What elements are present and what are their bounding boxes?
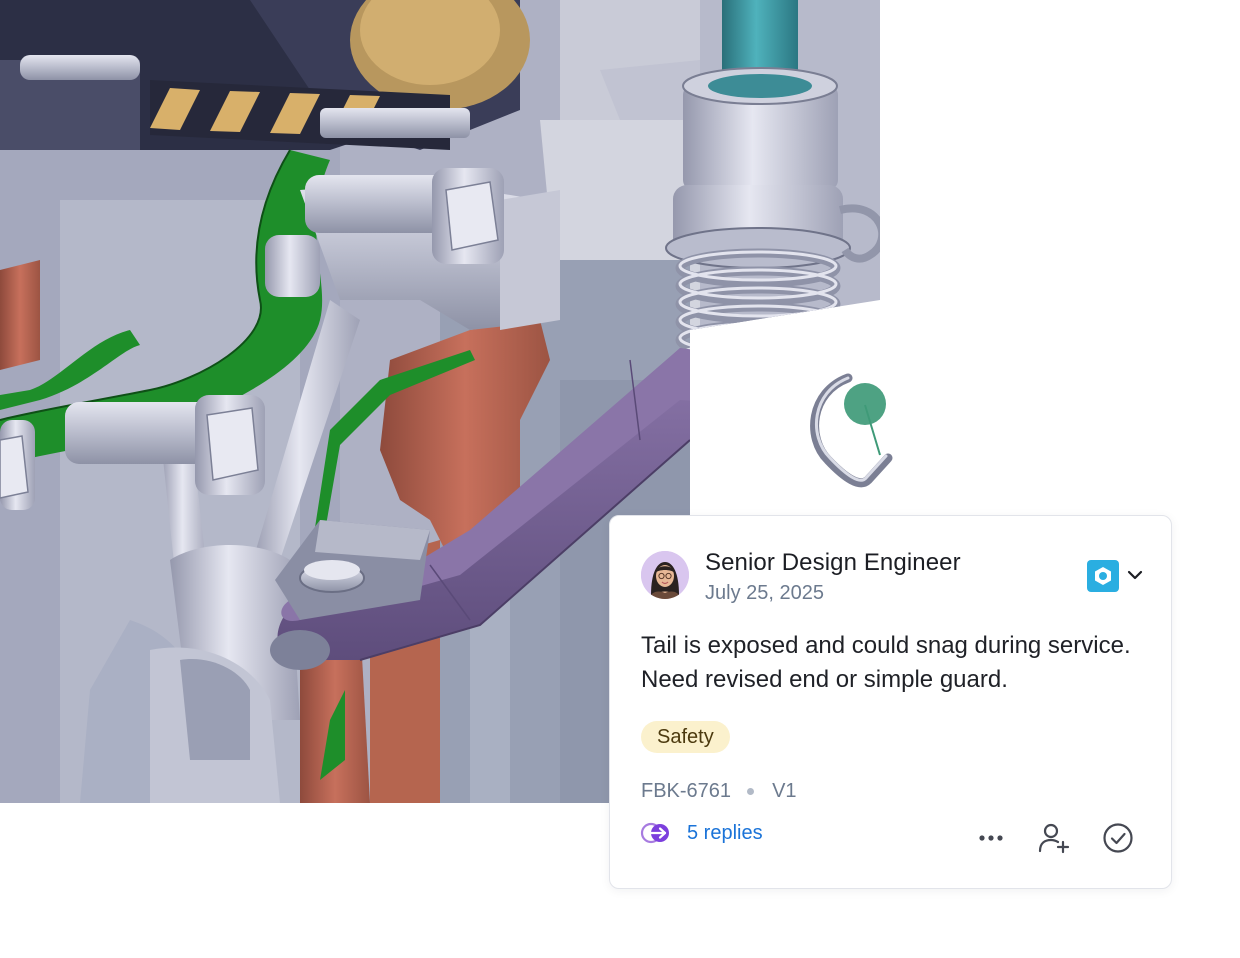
comment-date: July 25, 2025 <box>705 582 824 604</box>
comment-card: Senior Design Engineer July 25, 2025 Tai… <box>609 515 1172 889</box>
comment-body: Tail is exposed and could snag during se… <box>641 632 1131 693</box>
avatar[interactable] <box>641 551 689 599</box>
feedback-id: FBK-6761 <box>641 780 732 802</box>
meta-separator <box>747 788 755 795</box>
view-badge[interactable] <box>1087 560 1119 592</box>
replies-count: 5 replies <box>687 821 763 844</box>
tag-chip[interactable]: Safety <box>641 721 730 753</box>
resolve-button[interactable] <box>1100 820 1136 856</box>
comment-marker-pin[interactable] <box>844 383 886 425</box>
expand-button[interactable] <box>1124 564 1146 586</box>
camera-view-icon <box>1095 567 1111 585</box>
add-user-icon <box>1038 823 1070 854</box>
thread-arrow-icon <box>640 822 669 844</box>
author-avatar-icon <box>641 551 689 599</box>
meta-row: FBK-6761 V1 <box>641 780 797 803</box>
version-label: V1 <box>772 780 797 802</box>
replies-link[interactable]: 5 replies <box>639 821 763 845</box>
stage: Senior Design Engineer July 25, 2025 Tai… <box>0 0 1240 958</box>
check-circle-icon <box>1103 823 1133 853</box>
more-horizontal-icon <box>979 835 1003 841</box>
author-name: Senior Design Engineer <box>705 549 961 576</box>
more-button[interactable] <box>973 820 1009 856</box>
chevron-down-icon <box>1127 570 1143 580</box>
assign-user-button[interactable] <box>1036 820 1072 856</box>
